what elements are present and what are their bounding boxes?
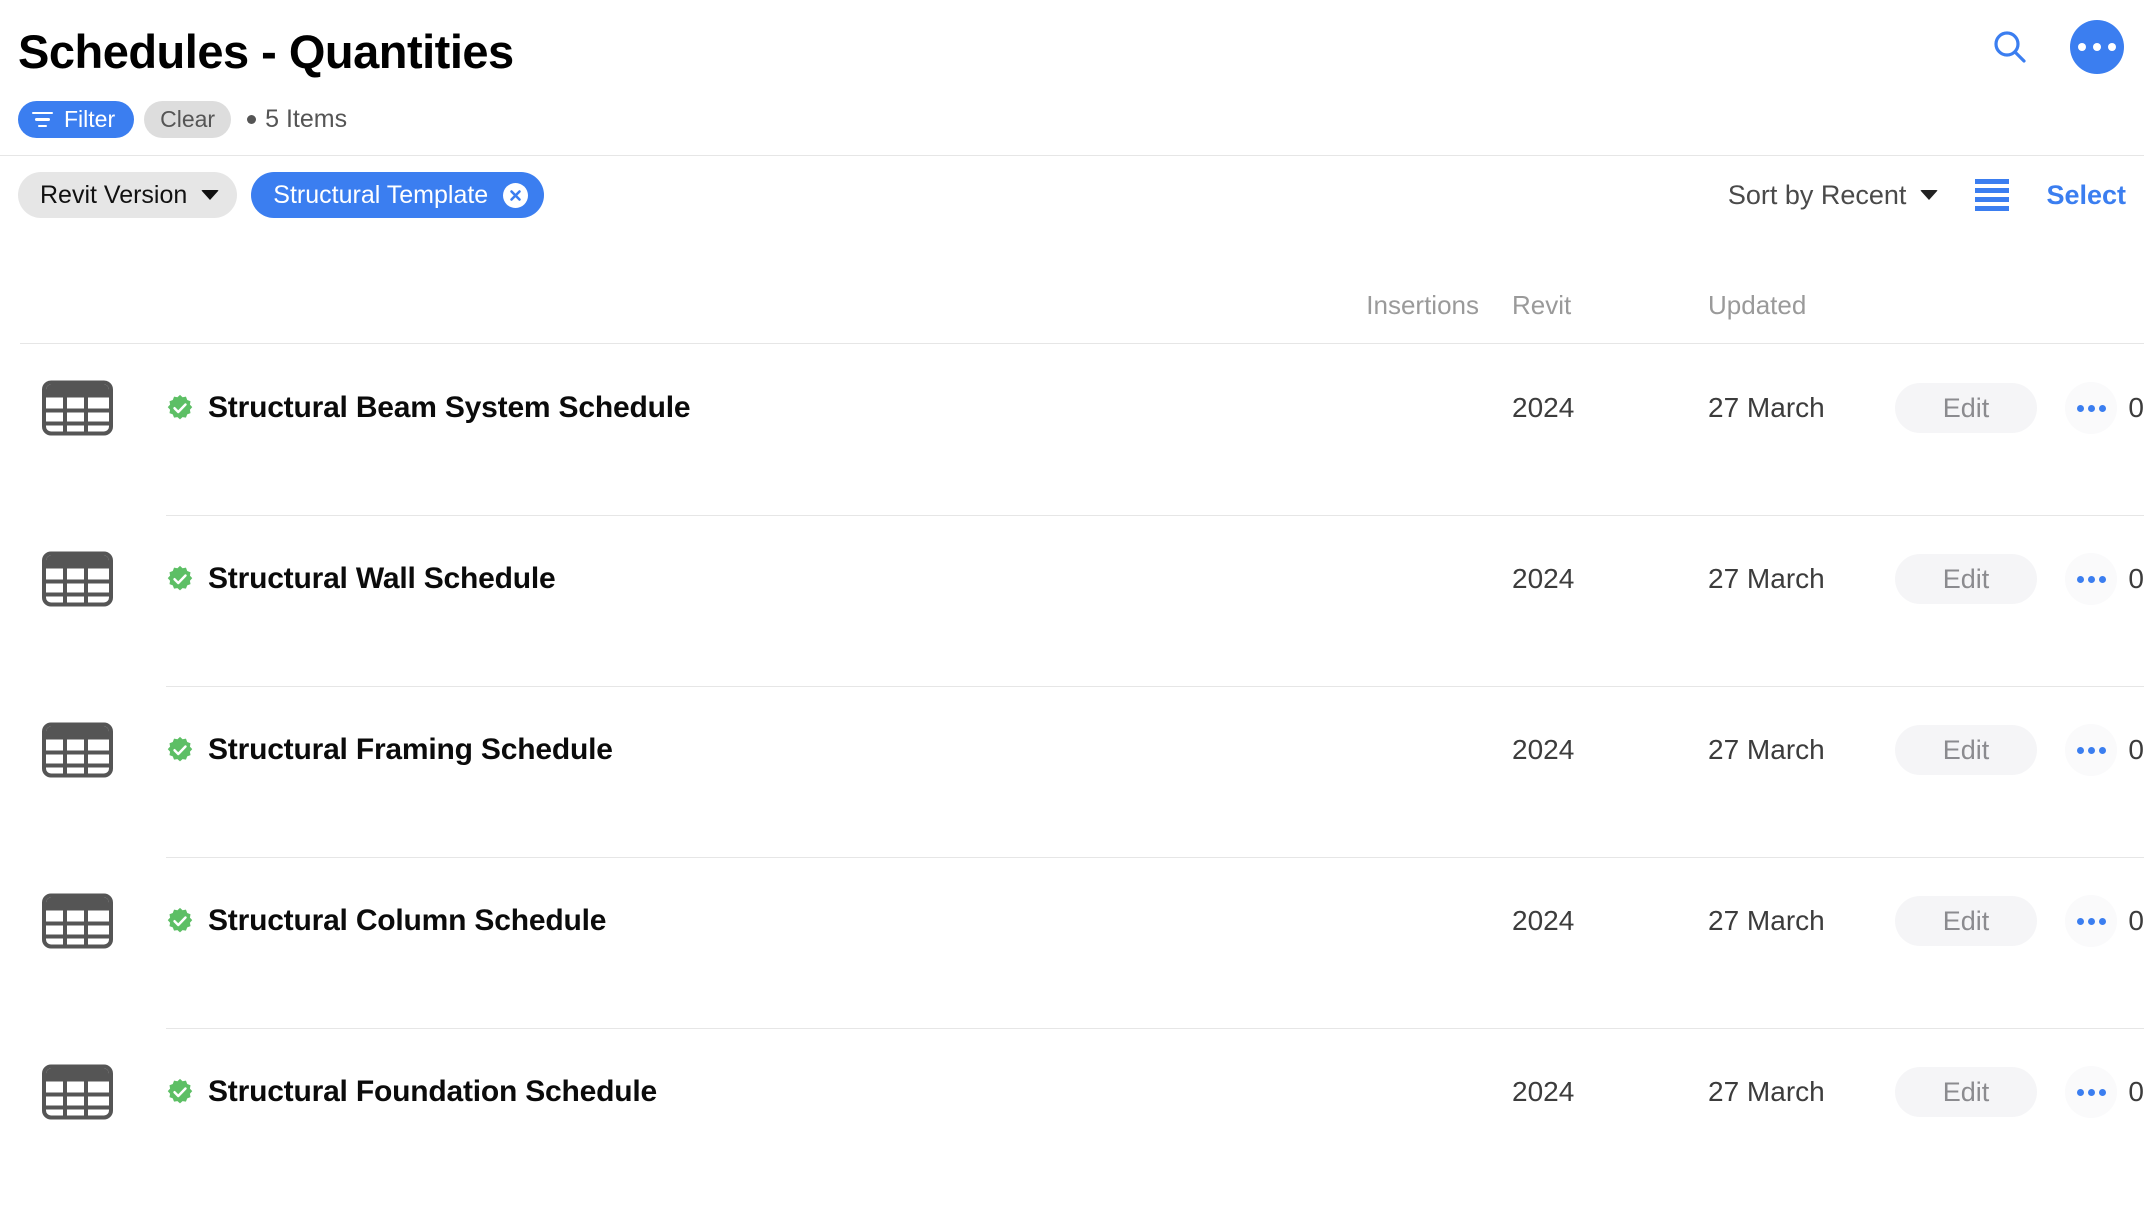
row-name-cell: Structural Framing Schedule [166, 733, 613, 767]
table-row[interactable]: Structural Framing Schedule 0 2024 27 Ma… [0, 687, 2144, 858]
column-header-insertions: Insertions [1366, 290, 1479, 320]
row-name: Structural Foundation Schedule [208, 1075, 658, 1108]
dot [2108, 43, 2116, 51]
row-updated-date: 27 March [1708, 563, 1825, 594]
filter-chip-structural-template[interactable]: Structural Template [251, 172, 545, 218]
filter-chips: Revit Version Structural Template [18, 172, 545, 218]
row-more-icon[interactable] [2065, 553, 2117, 605]
chevron-down-icon [201, 190, 220, 200]
filter-chip-label: Structural Template [273, 180, 489, 209]
row-revit-version: 2024 [1512, 1076, 1575, 1107]
row-more-icon[interactable] [2065, 382, 2117, 434]
table-row[interactable]: Structural Foundation Schedule 0 2024 27… [0, 1029, 2144, 1200]
chevron-down-icon [1920, 190, 1939, 200]
header-divider [0, 155, 2144, 156]
row-edit-button[interactable]: Edit [1895, 896, 2037, 946]
sort-button[interactable]: Sort by Recent [1728, 180, 1939, 211]
page-title: Schedules - Quantities [18, 25, 514, 78]
filter-summary-bar: Filter Clear 5 Items [18, 101, 347, 138]
row-name: Structural Wall Schedule [208, 562, 556, 595]
table-header-divider [20, 343, 2144, 344]
list-view-icon[interactable] [1975, 179, 2010, 211]
table-row[interactable]: Structural Column Schedule 0 2024 27 Mar… [0, 858, 2144, 1029]
item-count-label: 5 Items [265, 105, 348, 133]
item-count: 5 Items [247, 105, 347, 134]
row-updated-date: 27 March [1708, 734, 1825, 765]
clear-button[interactable]: Clear [144, 101, 232, 138]
row-name-cell: Structural Column Schedule [166, 904, 606, 938]
filter-button-label: Filter [64, 106, 116, 132]
verified-check-badge-icon [167, 394, 193, 420]
schedule-list: Structural Beam System Schedule 0 2024 2… [0, 345, 2144, 1200]
app-root: Schedules - Quantities Filter Clear 5 It… [0, 0, 2144, 1210]
table-icon [42, 380, 113, 436]
dot [2078, 43, 2086, 51]
filter-chip-revit-version[interactable]: Revit Version [18, 172, 238, 218]
verified-check-badge-icon [167, 736, 193, 762]
table-icon [42, 893, 113, 949]
row-revit-version: 2024 [1512, 734, 1575, 765]
row-updated-date: 27 March [1708, 1076, 1825, 1107]
table-row[interactable]: Structural Beam System Schedule 0 2024 2… [0, 345, 2144, 516]
row-name: Structural Framing Schedule [208, 733, 613, 766]
table-icon [42, 551, 113, 607]
column-header-revit: Revit [1512, 290, 1572, 320]
page-header: Schedules - Quantities Filter Clear 5 It… [0, 0, 2144, 156]
table-icon [42, 1064, 113, 1120]
row-revit-version: 2024 [1512, 392, 1575, 423]
row-name-cell: Structural Wall Schedule [166, 562, 556, 596]
row-more-icon[interactable] [2065, 895, 2117, 947]
table-icon [42, 722, 113, 778]
header-actions [1988, 20, 2124, 74]
row-revit-version: 2024 [1512, 905, 1575, 936]
row-edit-button[interactable]: Edit [1895, 554, 2037, 604]
verified-check-badge-icon [167, 907, 193, 933]
table-row[interactable]: Structural Wall Schedule 0 2024 27 March… [0, 516, 2144, 687]
list-controls: Sort by Recent Select [1728, 172, 2126, 218]
row-edit-button[interactable]: Edit [1895, 725, 2037, 775]
sort-button-label: Sort by Recent [1727, 179, 1907, 210]
column-header-updated: Updated [1708, 290, 1807, 320]
select-button[interactable]: Select [2046, 180, 2126, 211]
filter-chip-label: Revit Version [40, 180, 188, 209]
row-name: Structural Column Schedule [208, 904, 607, 937]
search-icon[interactable] [1988, 25, 2032, 69]
row-edit-button[interactable]: Edit [1895, 383, 2037, 433]
row-updated-date: 27 March [1708, 392, 1825, 423]
row-name-cell: Structural Foundation Schedule [166, 1075, 657, 1109]
verified-check-badge-icon [167, 565, 193, 591]
row-name-cell: Structural Beam System Schedule [166, 391, 691, 425]
dot [2093, 43, 2101, 51]
row-updated-date: 27 March [1708, 905, 1825, 936]
filter-lines-icon [32, 111, 53, 128]
row-name: Structural Beam System Schedule [208, 391, 691, 424]
row-more-icon[interactable] [2065, 724, 2117, 776]
filter-button[interactable]: Filter [18, 101, 135, 138]
close-circle-icon[interactable] [503, 182, 529, 208]
header-more-icon[interactable] [2070, 20, 2124, 74]
row-edit-button[interactable]: Edit [1895, 1067, 2037, 1117]
verified-check-badge-icon [167, 1078, 193, 1104]
table-column-headers: Insertions Revit Updated [0, 290, 2144, 334]
bullet-separator [247, 115, 257, 124]
row-revit-version: 2024 [1512, 563, 1575, 594]
row-more-icon[interactable] [2065, 1066, 2117, 1118]
